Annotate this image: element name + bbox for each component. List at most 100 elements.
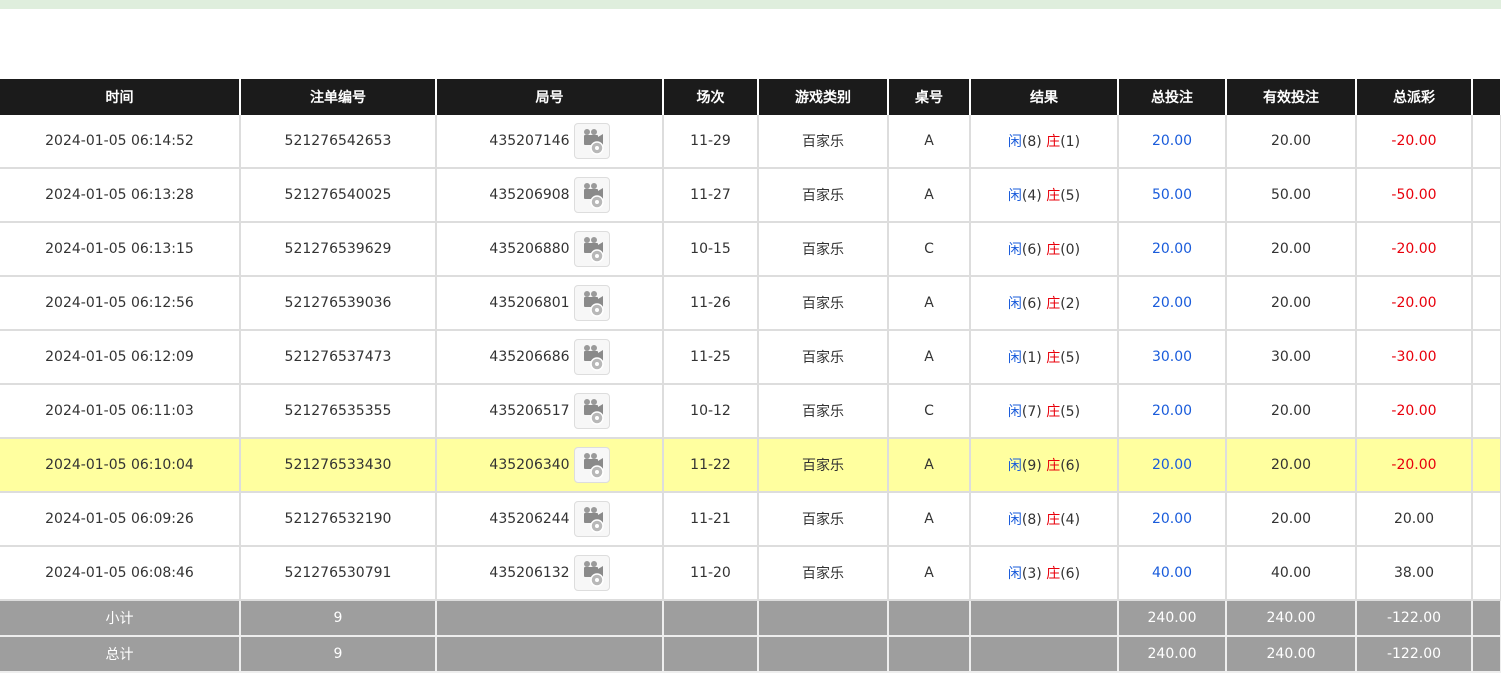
- header-round[interactable]: 局号: [436, 79, 664, 115]
- video-replay-icon[interactable]: [573, 231, 610, 267]
- cell-game-type: 百家乐: [758, 276, 889, 331]
- header-table[interactable]: 桌号: [888, 79, 971, 115]
- cell-total-bet: 30.00: [1118, 330, 1227, 385]
- cell-extra: [1472, 115, 1501, 169]
- cell-valid-bet: 50.00: [1226, 168, 1357, 223]
- video-replay-icon[interactable]: [573, 501, 610, 537]
- header-time[interactable]: 时间: [0, 79, 241, 115]
- totals-empty: [758, 600, 889, 637]
- header-valid-bet[interactable]: 有效投注: [1226, 79, 1357, 115]
- table-row[interactable]: 2024-01-05 06:09:26 521276532190 435206244…: [0, 492, 1501, 547]
- cell-game-type: 百家乐: [758, 492, 889, 547]
- header-result[interactable]: 结果: [970, 79, 1119, 115]
- video-replay-icon[interactable]: [573, 447, 610, 483]
- round-number: 435206340: [489, 457, 570, 473]
- round-number: 435206908: [489, 187, 570, 203]
- player-label: 闲: [1007, 134, 1022, 150]
- cell-session: 11-25: [663, 330, 759, 385]
- cell-extra: [1472, 546, 1501, 601]
- cell-payout: 38.00: [1356, 546, 1473, 601]
- cell-time: 2024-01-05 06:12:56: [0, 276, 241, 331]
- cell-total-bet: 20.00: [1118, 115, 1227, 169]
- cell-game-type: 百家乐: [758, 384, 889, 439]
- cell-total-bet: 20.00: [1118, 222, 1227, 277]
- cell-result: 闲(8) 庄(1): [970, 115, 1119, 169]
- cell-result: 闲(4) 庄(5): [970, 168, 1119, 223]
- totals-empty: [663, 600, 759, 637]
- totals-extra: [1472, 600, 1501, 637]
- table-row[interactable]: 2024-01-05 06:10:04 521276533430 435206340…: [0, 438, 1501, 493]
- cell-result: 闲(9) 庄(6): [970, 438, 1119, 493]
- header-payout[interactable]: 总派彩: [1356, 79, 1473, 115]
- round-number: 435206686: [489, 349, 570, 365]
- cell-extra: [1472, 276, 1501, 331]
- cell-valid-bet: 20.00: [1226, 492, 1357, 547]
- banker-label: 庄: [1046, 134, 1061, 150]
- banker-label: 庄: [1046, 188, 1061, 204]
- player-score: (3): [1021, 566, 1042, 582]
- cell-valid-bet: 40.00: [1226, 546, 1357, 601]
- cell-valid-bet: 20.00: [1226, 276, 1357, 331]
- banker-label: 庄: [1046, 404, 1061, 420]
- player-score: (9): [1021, 458, 1042, 474]
- cell-table: A: [888, 330, 971, 385]
- banker-label: 庄: [1046, 566, 1061, 582]
- banker-score: (2): [1060, 296, 1081, 312]
- banker-label: 庄: [1046, 350, 1061, 366]
- totals-empty: [888, 600, 971, 637]
- player-score: (8): [1021, 134, 1042, 150]
- totals-empty: [758, 636, 889, 673]
- totals-label: 总计: [0, 636, 241, 673]
- banker-score: (5): [1060, 404, 1081, 420]
- cell-session: 10-15: [663, 222, 759, 277]
- cell-extra: [1472, 384, 1501, 439]
- header-bet-id[interactable]: 注单编号: [240, 79, 437, 115]
- table-row[interactable]: 2024-01-05 06:08:46 521276530791 435206132…: [0, 546, 1501, 601]
- player-label: 闲: [1007, 512, 1022, 528]
- header-game-type[interactable]: 游戏类别: [758, 79, 889, 115]
- round-number: 435206801: [489, 295, 570, 311]
- cell-game-type: 百家乐: [758, 222, 889, 277]
- cell-table: C: [888, 384, 971, 439]
- round-number: 435206517: [489, 403, 570, 419]
- totals-empty: [970, 600, 1119, 637]
- player-score: (1): [1021, 350, 1042, 366]
- table-row[interactable]: 2024-01-05 06:11:03 521276535355 435206517…: [0, 384, 1501, 439]
- player-label: 闲: [1007, 296, 1022, 312]
- header-total-bet[interactable]: 总投注: [1118, 79, 1227, 115]
- cell-table: A: [888, 492, 971, 547]
- cell-extra: [1472, 492, 1501, 547]
- video-replay-icon[interactable]: [573, 339, 610, 375]
- cell-result: 闲(3) 庄(6): [970, 546, 1119, 601]
- totals-count: 9: [240, 600, 437, 637]
- banker-score: (5): [1060, 188, 1081, 204]
- table-row[interactable]: 2024-01-05 06:12:56 521276539036 435206801…: [0, 276, 1501, 331]
- table-row[interactable]: 2024-01-05 06:13:28 521276540025 435206908…: [0, 168, 1501, 223]
- cell-payout: -30.00: [1356, 330, 1473, 385]
- table-row[interactable]: 2024-01-05 06:14:52 521276542653 435207146…: [0, 115, 1501, 169]
- player-label: 闲: [1007, 566, 1022, 582]
- video-replay-icon[interactable]: [573, 393, 610, 429]
- table-row[interactable]: 2024-01-05 06:12:09 521276537473 435206686…: [0, 330, 1501, 385]
- video-replay-icon[interactable]: [573, 123, 610, 159]
- totals-total-bet: 240.00: [1118, 636, 1227, 673]
- video-replay-icon[interactable]: [573, 555, 610, 591]
- cell-extra: [1472, 438, 1501, 493]
- cell-bet-id: 521276532190: [240, 492, 437, 547]
- header-session[interactable]: 场次: [663, 79, 759, 115]
- header-extra: [1472, 79, 1501, 115]
- cell-time: 2024-01-05 06:12:09: [0, 330, 241, 385]
- banker-label: 庄: [1046, 512, 1061, 528]
- cell-session: 11-27: [663, 168, 759, 223]
- totals-total-bet: 240.00: [1118, 600, 1227, 637]
- cell-valid-bet: 20.00: [1226, 222, 1357, 277]
- cell-round: 435206517: [436, 384, 664, 439]
- player-score: (6): [1021, 296, 1042, 312]
- banker-score: (6): [1060, 458, 1081, 474]
- banker-score: (4): [1060, 512, 1081, 528]
- video-replay-icon[interactable]: [573, 285, 610, 321]
- cell-round: 435207146: [436, 115, 664, 169]
- cell-valid-bet: 20.00: [1226, 438, 1357, 493]
- video-replay-icon[interactable]: [573, 177, 610, 213]
- table-row[interactable]: 2024-01-05 06:13:15 521276539629 435206880…: [0, 222, 1501, 277]
